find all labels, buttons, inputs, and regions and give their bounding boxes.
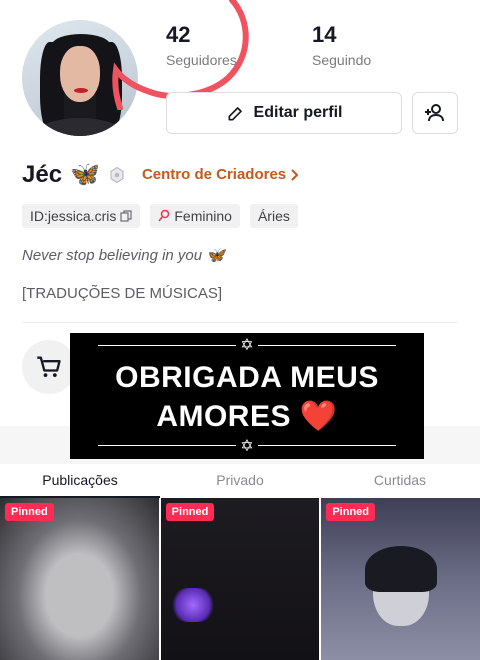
- creator-center-label: Centro de Criadores: [141, 166, 287, 183]
- tab-privado[interactable]: Privado: [160, 464, 320, 496]
- bio-line-1: Never stop believing in you 🦋: [22, 247, 225, 264]
- name-row: Jéc 🦋 Centro de Criadores: [22, 160, 300, 189]
- gender-tag: Feminino: [150, 204, 240, 228]
- divider: [22, 322, 458, 323]
- banner-line-1: OBRIGADA MEUS: [115, 361, 379, 394]
- tab-publicacoes[interactable]: Publicações: [0, 464, 160, 498]
- video-grid: Pinned Pinned Pinned: [0, 498, 480, 660]
- following-stat[interactable]: 14 Seguindo: [312, 22, 371, 68]
- pinned-badge: Pinned: [165, 503, 215, 521]
- pinned-badge: Pinned: [5, 503, 54, 521]
- following-label: Seguindo: [312, 52, 372, 68]
- zodiac-tag: Áries: [249, 204, 298, 228]
- cart-icon: [37, 356, 61, 378]
- female-icon: [158, 209, 170, 222]
- shop-cart-button[interactable]: [22, 340, 76, 394]
- user-id-tag[interactable]: ID:jessica.cris: [22, 204, 141, 228]
- thank-you-banner: ✡ OBRIGADA MEUS AMORES ❤️ ✡: [70, 333, 424, 459]
- banner-line-2: AMORES ❤️: [156, 400, 338, 433]
- edit-profile-label: Editar perfil: [253, 104, 343, 121]
- chevron-right-icon: [291, 169, 299, 181]
- copy-icon: [120, 210, 132, 222]
- bio-line-2: [TRADUÇÕES DE MÚSICAS]: [22, 285, 223, 302]
- add-user-icon: [425, 104, 444, 122]
- video-thumbnail[interactable]: Pinned: [160, 498, 320, 660]
- following-count: 14: [312, 22, 337, 47]
- gender-text: Feminino: [174, 208, 232, 224]
- zodiac-text: Áries: [257, 208, 290, 224]
- edit-profile-button[interactable]: Editar perfil: [166, 92, 402, 134]
- profile-tabs: Publicações Privado Curtidas: [0, 464, 480, 498]
- tab-curtidas[interactable]: Curtidas: [320, 464, 480, 496]
- pencil-icon: [228, 107, 242, 121]
- star-of-david-icon: ✡: [236, 335, 258, 355]
- profile-name: Jéc: [22, 160, 63, 188]
- butterfly-emoji: 🦋: [70, 161, 100, 188]
- badge-icon: [110, 166, 124, 183]
- add-friend-button[interactable]: [412, 92, 458, 134]
- profile-tags: ID:jessica.cris Feminino Áries: [22, 204, 298, 228]
- creator-center-link[interactable]: Centro de Criadores: [142, 166, 300, 183]
- user-id-text: ID:jessica.cris: [30, 208, 117, 224]
- pinned-badge: Pinned: [326, 503, 376, 521]
- video-thumbnail[interactable]: Pinned: [321, 498, 480, 660]
- star-of-david-icon: ✡: [236, 436, 258, 456]
- video-thumbnail[interactable]: Pinned: [0, 498, 159, 660]
